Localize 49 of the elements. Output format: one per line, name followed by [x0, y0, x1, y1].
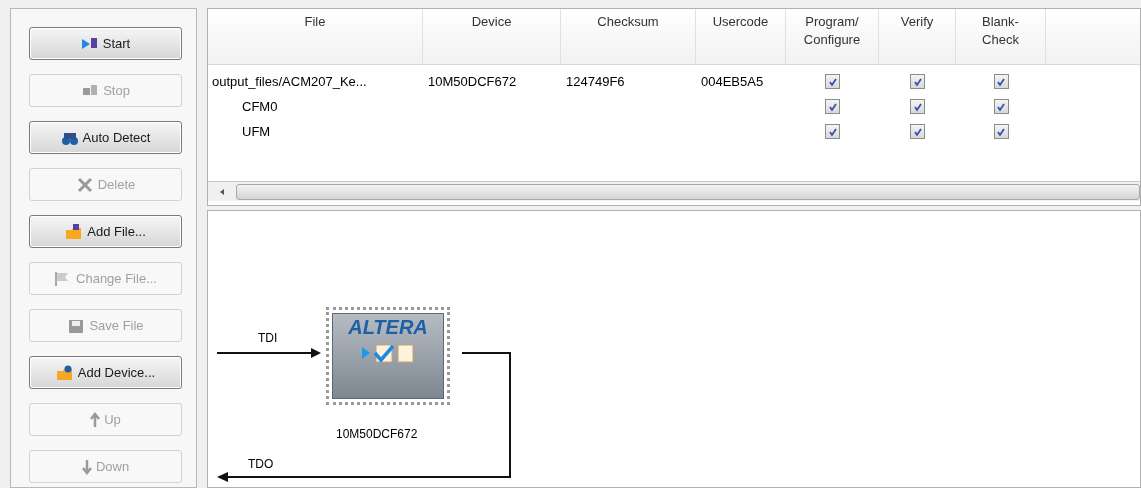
checkbox[interactable]	[993, 124, 1009, 139]
checkmark-icon	[996, 101, 1006, 112]
table-cell: CFM0	[242, 98, 278, 114]
column-header[interactable]: File	[208, 9, 423, 64]
table-cell: 124749F6	[566, 73, 625, 89]
checkmark-icon	[912, 76, 923, 87]
checkmark-icon	[912, 101, 923, 112]
column-header[interactable]: Device	[423, 9, 561, 64]
toolbar-button[interactable]: Start	[29, 27, 182, 60]
folder-icon	[65, 223, 84, 240]
play-icon	[80, 35, 99, 52]
checkmark-icon	[827, 76, 838, 87]
checkmark-icon	[996, 126, 1006, 137]
checkbox[interactable]	[993, 99, 1009, 114]
tdo-label: TDO	[248, 456, 274, 473]
checkbox[interactable]	[993, 74, 1009, 89]
checkbox[interactable]	[825, 124, 840, 139]
toolbar-button[interactable]: Add File...	[29, 215, 182, 248]
scroll-left-icon[interactable]	[218, 187, 226, 196]
table-cell: 10M50DCF672	[428, 73, 517, 89]
chip-logo: ALTERA	[348, 316, 428, 338]
toolbar-button[interactable]: Auto Detect	[29, 121, 182, 154]
up-arrow-icon	[90, 411, 101, 428]
toolbar-button[interactable]: Add Device...	[29, 356, 182, 389]
checkmark-icon	[912, 126, 923, 137]
column-header[interactable]: Usercode	[696, 9, 786, 64]
checkmark-icon	[827, 101, 838, 112]
floppy-icon	[67, 317, 86, 334]
scrollbar-thumb[interactable]	[236, 183, 1140, 200]
table-cell: 004EB5A5	[701, 73, 764, 89]
column-header[interactable]: Verify	[879, 9, 956, 64]
checkbox[interactable]	[910, 124, 925, 139]
checkbox[interactable]	[825, 99, 840, 114]
column-header[interactable]: Checksum	[561, 9, 696, 64]
table-cell: UFM	[242, 123, 271, 139]
folder-icon	[55, 364, 74, 381]
checkmark-icon	[996, 76, 1006, 87]
horizontal-scrollbar[interactable]	[208, 181, 1140, 201]
checkmark-icon	[827, 126, 838, 137]
checkbox[interactable]	[910, 99, 925, 114]
checkbox[interactable]	[825, 74, 840, 89]
checkbox[interactable]	[910, 74, 925, 89]
chip-label: 10M50DCF672	[336, 426, 418, 443]
table-cell: output_files/ACM207_Ke...	[212, 73, 367, 89]
column-header[interactable]: Program/ Configure	[786, 9, 879, 64]
cross-icon	[75, 176, 94, 193]
column-header[interactable]: Blank- Check	[956, 9, 1046, 64]
tdi-label: TDI	[258, 330, 278, 347]
down-arrow-icon	[81, 458, 92, 475]
